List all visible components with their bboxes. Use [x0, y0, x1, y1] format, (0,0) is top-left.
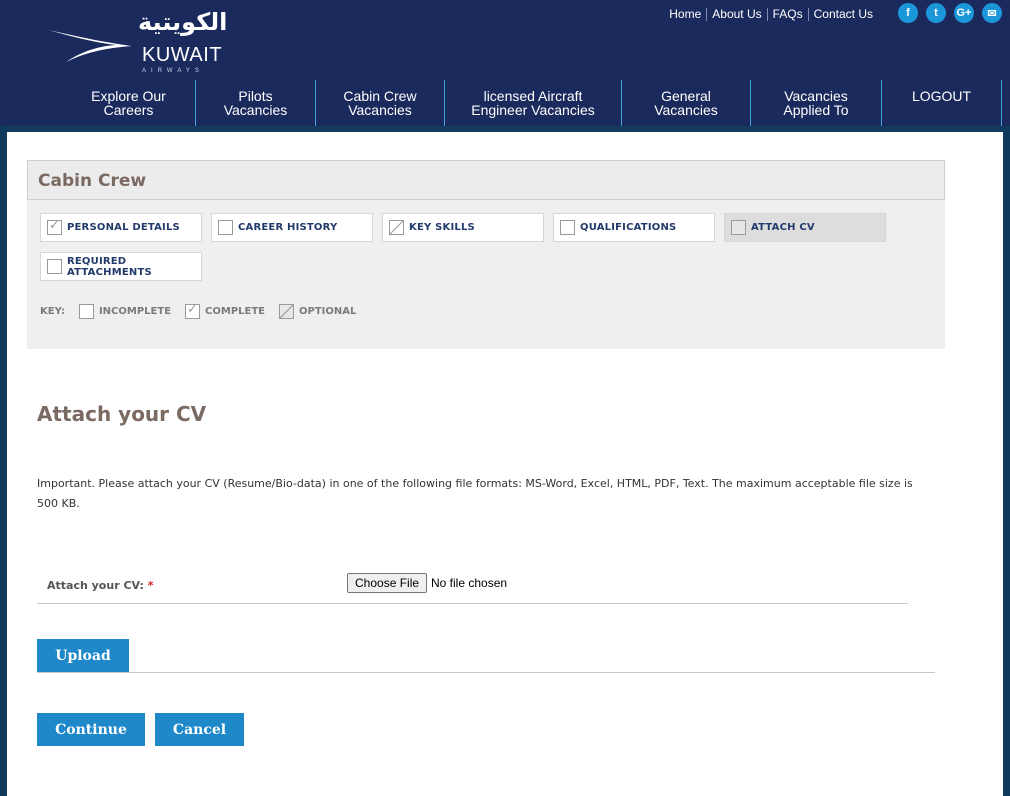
nav-label: Explore Our — [91, 88, 166, 104]
social-links: f t G+ ✉ — [898, 3, 1002, 23]
attach-cv-field: Attach your CV: * Choose File No file ch… — [37, 564, 908, 604]
google-plus-icon[interactable]: G+ — [954, 3, 974, 23]
step-label: QUALIFICATIONS — [580, 222, 677, 233]
optional-checkbox-icon — [389, 220, 404, 235]
upload-button[interactable]: Upload — [37, 639, 129, 672]
status-key-legend: KEY: INCOMPLETE COMPLETE OPTIONAL — [40, 302, 356, 319]
page-content: Cabin Crew PERSONAL DETAILS CAREER HISTO… — [7, 126, 1003, 796]
field-label-text: Attach your CV: — [47, 579, 144, 592]
step-label: KEY SKILLS — [409, 222, 475, 233]
panel-heading: Cabin Crew — [38, 171, 147, 191]
instructions-text: Important. Please attach your CV (Resume… — [37, 477, 913, 510]
nav-label: LOGOUT — [911, 88, 972, 104]
application-steps-panel: PERSONAL DETAILS CAREER HISTORY KEY SKIL… — [27, 200, 945, 349]
incomplete-checkbox-icon — [218, 220, 233, 235]
logo-subtext: AIRWAYS — [142, 68, 204, 74]
step-attach-cv[interactable]: ATTACH CV — [724, 213, 886, 242]
key-incomplete: INCOMPLETE — [78, 304, 172, 319]
step-required-attachments[interactable]: REQUIRED ATTACHMENTS — [40, 252, 202, 281]
step-label: PERSONAL DETAILS — [67, 222, 180, 233]
site-header: الكويتية KUWAIT AIRWAYS Home About Us FA… — [0, 0, 1010, 80]
nav-vacancies-applied[interactable]: Vacancies Applied To — [751, 80, 882, 126]
right-border — [1003, 126, 1010, 796]
top-link-home[interactable]: Home — [664, 8, 706, 21]
nav-general-vacancies[interactable]: General Vacancies — [622, 80, 751, 126]
top-link-faqs[interactable]: FAQs — [766, 8, 808, 21]
step-career-history[interactable]: CAREER HISTORY — [211, 213, 373, 242]
key-text: INCOMPLETE — [98, 306, 172, 317]
step-personal-details[interactable]: PERSONAL DETAILS — [40, 213, 202, 242]
step-label: REQUIRED ATTACHMENTS — [67, 255, 152, 278]
key-text: COMPLETE — [205, 306, 266, 317]
logo-text: KUWAIT — [142, 44, 223, 66]
key-complete: COMPLETE — [185, 302, 266, 319]
facebook-icon[interactable]: f — [898, 3, 918, 23]
kuwait-airways-logo[interactable]: الكويتية KUWAIT AIRWAYS — [46, 8, 236, 76]
bird-logo-icon — [48, 30, 132, 62]
key-label: KEY: — [40, 306, 65, 317]
nav-logout[interactable]: LOGOUT — [882, 80, 1002, 126]
nav-label: Vacancies — [348, 102, 412, 118]
step-qualifications[interactable]: QUALIFICATIONS — [553, 213, 715, 242]
required-mark: * — [147, 579, 154, 592]
application-panel-header: Cabin Crew — [27, 160, 945, 200]
top-link-about[interactable]: About Us — [706, 8, 766, 21]
nav-label: licensed Aircraft — [483, 88, 583, 104]
nav-label: Vacancies — [654, 102, 718, 118]
left-border — [0, 126, 7, 796]
cancel-button[interactable]: Cancel — [155, 713, 244, 746]
step-label: CAREER HISTORY — [238, 222, 338, 233]
step-key-skills[interactable]: KEY SKILLS — [382, 213, 544, 242]
nav-pilots-vacancies[interactable]: Pilots Vacancies — [196, 80, 316, 126]
optional-checkbox-icon — [279, 304, 295, 319]
key-text: OPTIONAL — [299, 306, 357, 317]
nav-explore-careers[interactable]: Explore Our Careers — [62, 80, 196, 126]
nav-engineer-vacancies[interactable]: licensed Aircraft Engineer Vacancies — [445, 80, 622, 126]
complete-checkbox-icon — [185, 302, 201, 319]
logo-arabic-text: الكويتية — [138, 8, 228, 36]
nav-label: General — [661, 88, 711, 104]
nav-label: Cabin Crew — [343, 88, 417, 104]
nav-label: Applied To — [783, 102, 849, 118]
incomplete-checkbox-icon — [560, 220, 575, 235]
email-icon[interactable]: ✉ — [982, 3, 1002, 23]
nav-cabin-crew-vacancies[interactable]: Cabin Crew Vacancies — [316, 80, 445, 126]
incomplete-checkbox-icon — [47, 259, 62, 274]
incomplete-checkbox-icon — [731, 220, 746, 235]
twitter-icon[interactable]: t — [926, 3, 946, 23]
continue-button[interactable]: Continue — [37, 713, 145, 746]
upload-row: Upload — [37, 639, 935, 673]
step-label: ATTACH CV — [751, 222, 815, 233]
complete-checkbox-icon — [47, 218, 62, 235]
incomplete-checkbox-icon — [78, 304, 94, 319]
key-optional: OPTIONAL — [279, 304, 356, 319]
nav-label: Careers — [103, 102, 154, 118]
nav-label: Vacancies — [223, 102, 288, 118]
main-nav: Explore Our Careers Pilots Vacancies Cab… — [0, 80, 1010, 126]
nav-label: Engineer Vacancies — [471, 102, 595, 118]
page-title: Attach your CV — [37, 402, 207, 426]
nav-label: Pilots — [238, 88, 273, 104]
choose-file-button[interactable]: Choose File — [347, 573, 428, 593]
nav-label: Vacancies — [784, 88, 848, 104]
top-link-contact[interactable]: Contact Us — [807, 8, 878, 21]
attach-cv-label: Attach your CV: * — [47, 579, 154, 592]
top-links: Home About Us FAQs Contact Us — [664, 8, 878, 21]
file-status-text: No file chosen — [431, 576, 508, 590]
